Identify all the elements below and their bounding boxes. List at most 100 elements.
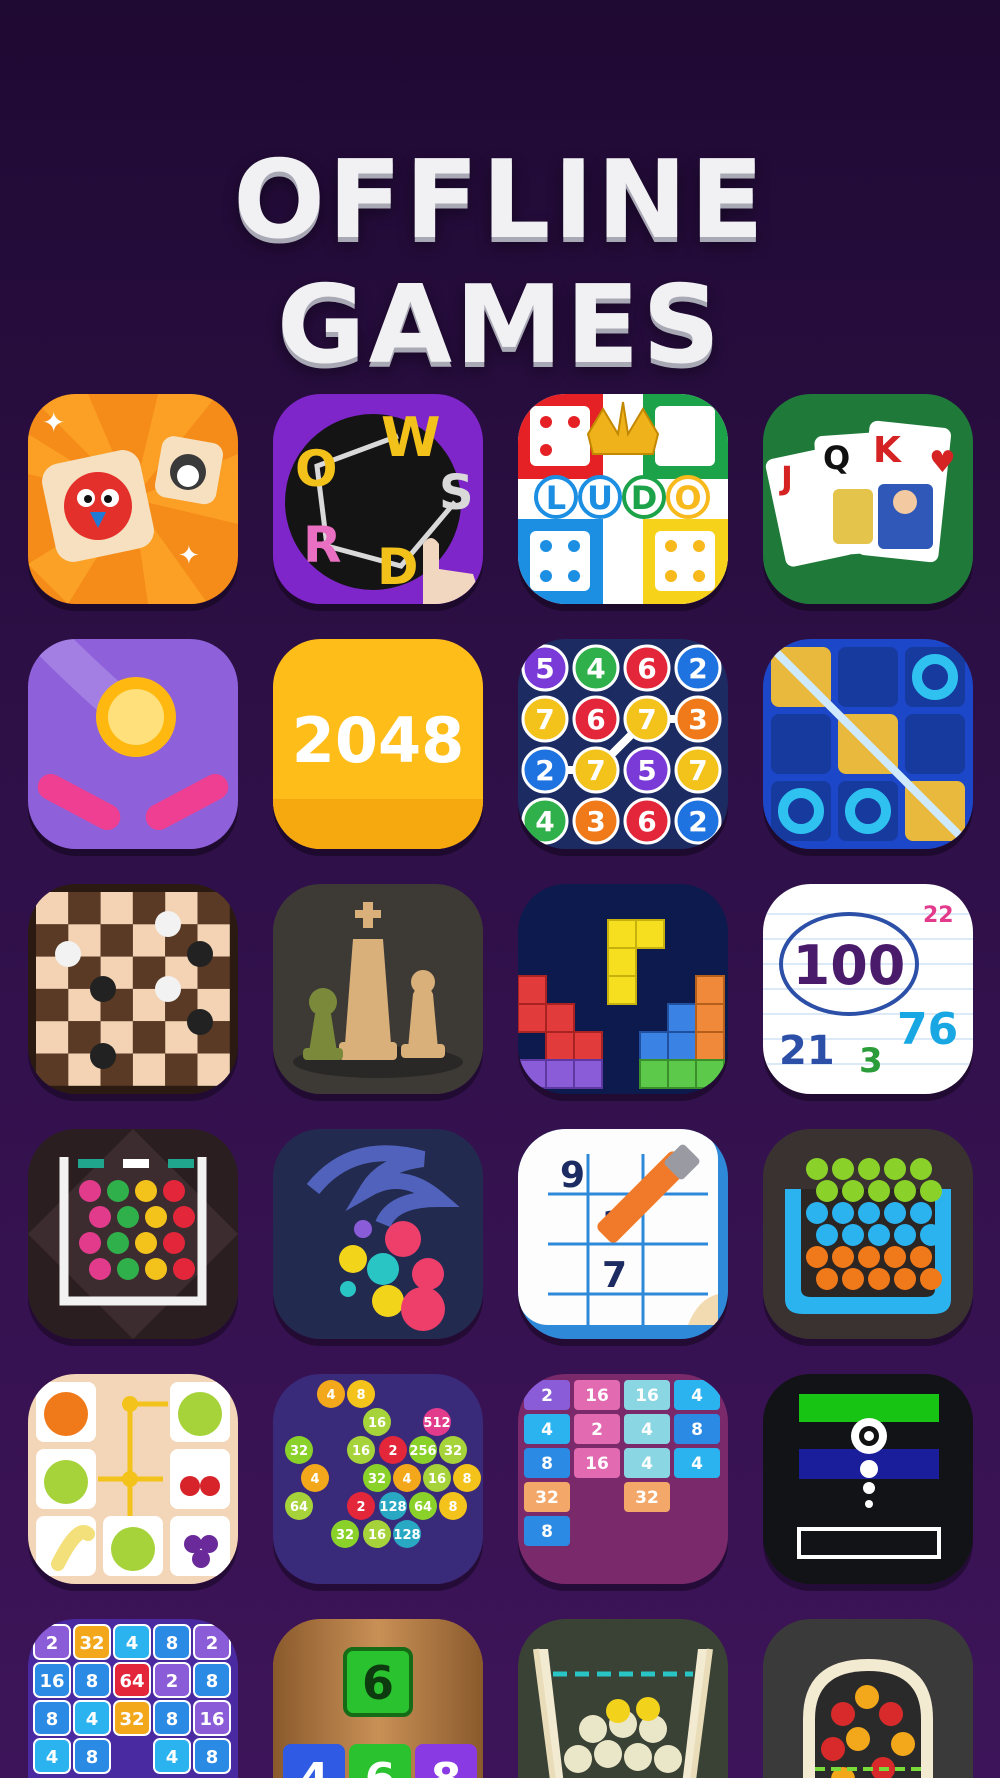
hexa-cell-label: 8 [448,1500,457,1515]
svg-text:✦: ✦ [178,541,200,571]
number-ball-label: 3 [688,703,707,736]
drop-ball [89,1206,111,1228]
board-square [100,892,133,925]
drop-ball [173,1206,195,1228]
board-square [197,892,230,925]
ludo-letter-u: U [587,479,613,517]
merge-block-label: 32 [635,1488,659,1508]
ball-drop-icon [28,1129,238,1339]
pinball-icon [28,639,238,849]
grid-cell-label: 4 [86,1709,99,1730]
drop-ball [173,1258,195,1280]
hexa-merge-icon: 4 816 51232 16 2 256 324 32 4 16 864 2 128 64 832 16 128 [273,1374,483,1584]
board-square [165,1053,198,1086]
balls-cup-app[interactable] [763,1129,973,1339]
word-letter-d: D [377,538,419,596]
cup-ball [816,1268,838,1290]
hole-balls-app[interactable] [273,1129,483,1339]
ludo-letter-d: D [631,479,658,517]
number-ball-label: 7 [688,754,707,787]
ludo-letter-l: L [546,479,566,517]
board-square [36,1053,69,1086]
page-title: OFFLINE GAMES [233,138,767,388]
2048-app[interactable]: 2048 [273,639,483,849]
board-square [36,1021,69,1054]
solitaire-app[interactable]: J Q K ♥ [763,394,973,604]
svg-text:✦: ✦ [42,406,65,439]
drop-ball [107,1232,129,1254]
merge-block-label: 16 [585,1386,609,1406]
block-puzzle-icon [518,884,728,1094]
merge-block-label: 8 [541,1454,553,1474]
checkers-app[interactable] [28,884,238,1094]
drop-ball [117,1258,139,1280]
number-ball-label: 6 [637,652,656,685]
cup-ball [920,1224,942,1246]
solitaire-icon: J Q K ♥ [763,394,973,604]
number-puzzle-icon: 100 22 21 3 76 [763,884,973,1094]
cup-balls-app[interactable] [518,1619,728,1778]
grid-cell-label: 8 [46,1709,59,1730]
pinball-app[interactable] [28,639,238,849]
cup-ball [832,1158,854,1180]
grid-cell-label: 8 [206,1747,219,1768]
merge-block-label: 32 [535,1488,559,1508]
ball-drop-app[interactable] [28,1129,238,1339]
ball-tower-icon [763,1374,973,1584]
hexa-cell-label: 32 [290,1444,308,1459]
drop-ball [135,1232,157,1254]
merge-block-label: 4 [641,1454,653,1474]
cup-ball [910,1202,932,1224]
number-grid-app[interactable]: 2 32 4 8 2 16 8 64 2 8 8 4 32 8 16 4 8 4 8 [28,1619,238,1778]
checkers-icon [28,884,238,1094]
ball-sort-app[interactable] [763,1619,973,1778]
tile-match-app[interactable]: ✦ ✦ [28,394,238,604]
cup-ball [910,1158,932,1180]
sudoku-7: 7 [602,1255,627,1296]
tic-tac-toe-app[interactable] [763,639,973,849]
board-square [36,892,69,925]
ball-sort-icon [763,1619,973,1778]
drop-ball [107,1180,129,1202]
onet-fruit-app[interactable] [28,1374,238,1584]
number-ball-label: 4 [535,805,554,838]
cup-ball [894,1224,916,1246]
number-puzzle-app[interactable]: 100 22 21 3 76 [763,884,973,1094]
cup-ball [842,1268,864,1290]
block-puzzle-app[interactable] [518,884,728,1094]
ball-tower-app[interactable] [763,1374,973,1584]
drop-ball [117,1206,139,1228]
word-connect-app[interactable]: W O R D S [273,394,483,604]
ludo-app[interactable]: L U D O [518,394,728,604]
drop-ball [135,1180,157,1202]
merge-blocks-icon: 2 16 16 4 4 2 4 8 8 16 4 4 32 32 8 [518,1374,728,1584]
cup-ball [868,1224,890,1246]
grid-cell-label: 16 [199,1709,224,1730]
sudoku-app[interactable]: 9 3 7 [518,1129,728,1339]
number-ball-label: 7 [586,754,605,787]
grid-cell-label: 8 [86,1671,99,1692]
cup-ball [816,1180,838,1202]
number-match-icon: 5 4 6 27 6 7 32 7 5 74 3 6 2 [518,639,728,849]
cup-ball [894,1180,916,1202]
drop-number-app[interactable]: 6 4 6 8 [273,1619,483,1778]
number-match-app[interactable]: 5462767327574362 [518,639,728,849]
word-letter-s: S [439,465,474,521]
merge-blocks-app[interactable]: 2 16 16 4 4 2 4 8 8 16 4 4 32 32 8 [518,1374,728,1584]
chess-app[interactable] [273,884,483,1094]
number-ball-label: 5 [535,652,554,685]
hexa-cell-label: 32 [368,1472,386,1487]
hexa-cell-label: 16 [368,1416,386,1431]
card-j: J [779,459,793,497]
board-square [100,924,133,957]
cup-ball [910,1246,932,1268]
svg-text:♥: ♥ [929,445,956,480]
board-square [132,1053,166,1086]
number-ball-label: 2 [688,652,707,685]
hexa-merge-app[interactable]: 4 8 16 512 32 16 2 256 32 4 32 4 16 8 64 2 128 64 8 32 16 128 [273,1374,483,1584]
cup-ball [858,1158,880,1180]
sudoku-9: 9 [560,1155,585,1196]
cup-ball [920,1180,942,1202]
drop-number-6b: 6 [365,1754,396,1778]
drop-number-4: 4 [299,1754,330,1778]
